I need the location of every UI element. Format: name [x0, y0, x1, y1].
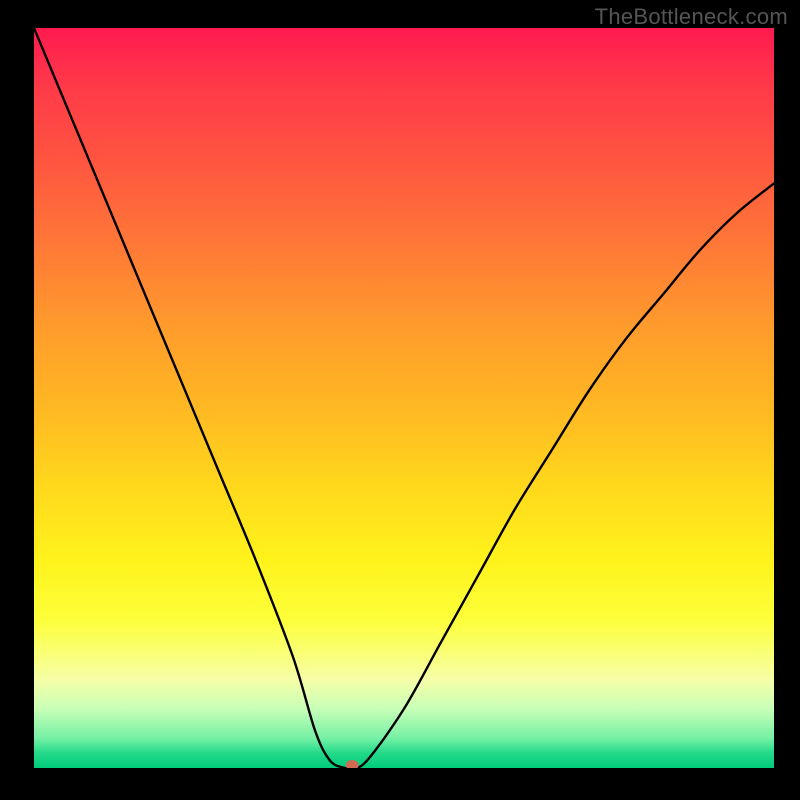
bottleneck-curve	[34, 28, 774, 768]
chart-svg	[34, 28, 774, 768]
optimum-marker	[346, 760, 359, 768]
watermark-text: TheBottleneck.com	[595, 4, 788, 30]
